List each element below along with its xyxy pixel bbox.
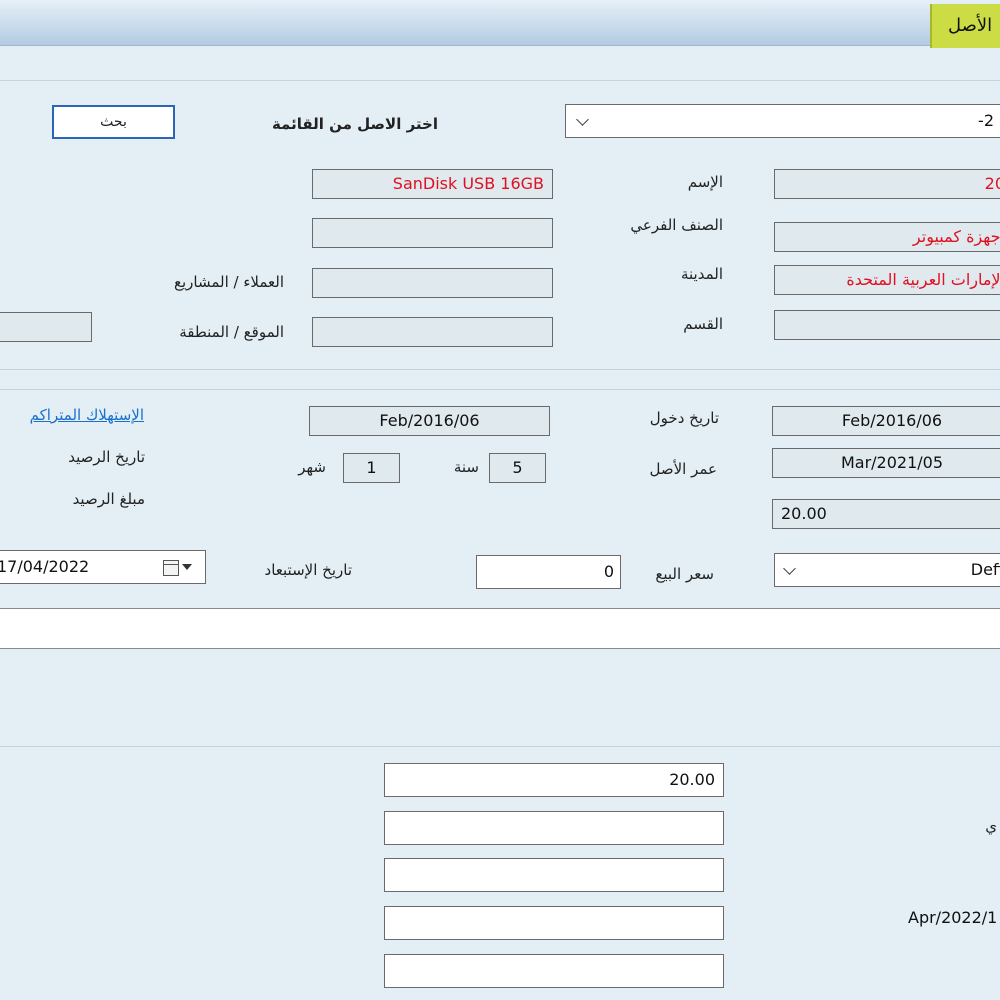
subclass-label: الصنف الفرعي	[630, 216, 723, 234]
location-extra-field	[0, 312, 92, 342]
side-date-text: Apr/2022/1	[908, 908, 998, 927]
sale-price-label: سعر البيع	[655, 565, 714, 583]
select-asset-label: اختر الاصل من القائمة	[271, 115, 438, 133]
disposal-date-value: 17/04/2022	[0, 557, 90, 576]
amount-input-5[interactable]	[384, 954, 724, 988]
value-amount-field: 20.00	[772, 499, 1000, 529]
clients-label: العملاء / المشاريع	[173, 273, 284, 291]
disposal-date-picker[interactable]: 17/04/2022	[0, 550, 206, 584]
chevron-down-icon	[783, 562, 796, 575]
entry-date-field: Feb/2016/06	[772, 406, 1000, 436]
asset-age-label: عمر الأصل	[649, 460, 718, 478]
disposal-date-label: تاريخ الإستبعاد	[264, 561, 352, 579]
clients-field	[312, 268, 553, 298]
city-field: الإمارات العربية المتحدة	[774, 265, 1000, 295]
sale-price-input[interactable]: 0	[476, 555, 621, 589]
balance-date-label: تاريخ الرصيد	[68, 448, 145, 466]
entry-date-label: تاريخ دخول	[649, 409, 719, 427]
amount-input-1[interactable]: 20.00	[384, 763, 724, 797]
divider	[0, 389, 1000, 390]
accumulated-depreciation-link[interactable]: الإستهلاك المتراكم	[30, 406, 144, 424]
divider	[0, 369, 1000, 370]
amount-input-4[interactable]	[384, 906, 724, 940]
department-field	[774, 310, 1000, 340]
name-code-field: 20	[774, 169, 1000, 199]
year-label: سنة	[453, 458, 479, 476]
entry-date-field-2: Feb/2016/06	[309, 406, 550, 436]
calendar-icon[interactable]	[163, 560, 179, 576]
location-label: الموقع / المنطقة	[179, 323, 284, 341]
page-title-tab[interactable]: الأصل	[930, 4, 1000, 48]
balance-amount-label: مبلغ الرصيد	[72, 490, 145, 508]
city-label: المدينة	[680, 265, 723, 283]
month-label: شهر	[298, 458, 326, 476]
name-field: SanDisk USB 16GB	[312, 169, 553, 199]
asset-select-value: -2	[978, 111, 994, 130]
subclass-field: أجهزة كمبيوتر	[774, 222, 1000, 252]
amount-input-2[interactable]	[384, 811, 724, 845]
empty-field-1	[312, 218, 553, 248]
divider	[0, 80, 1000, 81]
months-field: 1	[343, 453, 400, 483]
years-field: 5	[489, 453, 546, 483]
method-select[interactable]: Defi	[774, 553, 1000, 587]
notes-input[interactable]	[0, 608, 1000, 649]
caret-down-icon[interactable]	[182, 564, 192, 570]
window-header	[0, 0, 1000, 46]
amount-input-3[interactable]	[384, 858, 724, 892]
side-label: ي	[985, 817, 997, 835]
divider	[0, 746, 1000, 747]
name-label: الإسم	[687, 173, 723, 191]
chevron-down-icon	[576, 113, 589, 126]
method-select-value: Defi	[970, 560, 1000, 579]
location-field	[312, 317, 553, 347]
asset-select[interactable]: -2	[565, 104, 1000, 138]
search-button[interactable]: بحث	[52, 105, 175, 139]
asset-age-date-field: Mar/2021/05	[772, 448, 1000, 478]
department-label: القسم	[683, 315, 723, 333]
